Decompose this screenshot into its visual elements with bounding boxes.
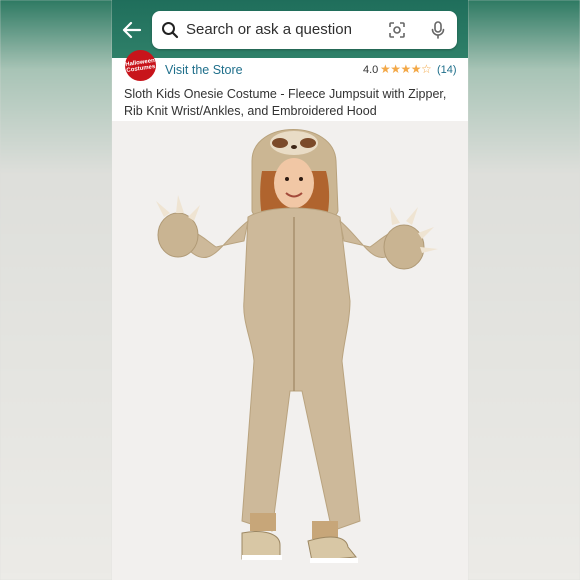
brand-logo[interactable]: Halloween Costumes xyxy=(125,50,156,81)
arrow-left-icon[interactable] xyxy=(120,18,144,42)
search-bar[interactable]: Search or ask a question xyxy=(152,11,457,49)
sloth-costume-illustration xyxy=(156,129,438,563)
product-image[interactable] xyxy=(112,121,468,580)
app-screen: Search or ask a question Halloween Costu… xyxy=(112,0,468,580)
microphone-icon[interactable] xyxy=(428,20,448,40)
blurred-background-left xyxy=(0,0,112,580)
camera-lens-icon[interactable] xyxy=(388,21,406,39)
visit-store-link[interactable]: Visit the Store xyxy=(165,63,243,77)
search-header: Search or ask a question xyxy=(112,0,468,58)
brand-logo-text: Halloween Costumes xyxy=(125,57,156,74)
review-count-link[interactable]: (14) xyxy=(437,64,457,76)
product-title-block: Sloth Kids Onesie Costume - Fleece Jumps… xyxy=(112,84,468,121)
store-row: Halloween Costumes Visit the Store 4.0 ★… xyxy=(112,50,468,84)
star-rating-icon[interactable]: ★★★★☆ xyxy=(380,62,432,76)
product-title: Sloth Kids Onesie Costume - Fleece Jumps… xyxy=(124,87,447,118)
search-icon xyxy=(161,21,179,39)
rating-value: 4.0 xyxy=(363,64,379,76)
search-input[interactable]: Search or ask a question xyxy=(186,11,376,49)
blurred-background-right xyxy=(468,0,580,580)
